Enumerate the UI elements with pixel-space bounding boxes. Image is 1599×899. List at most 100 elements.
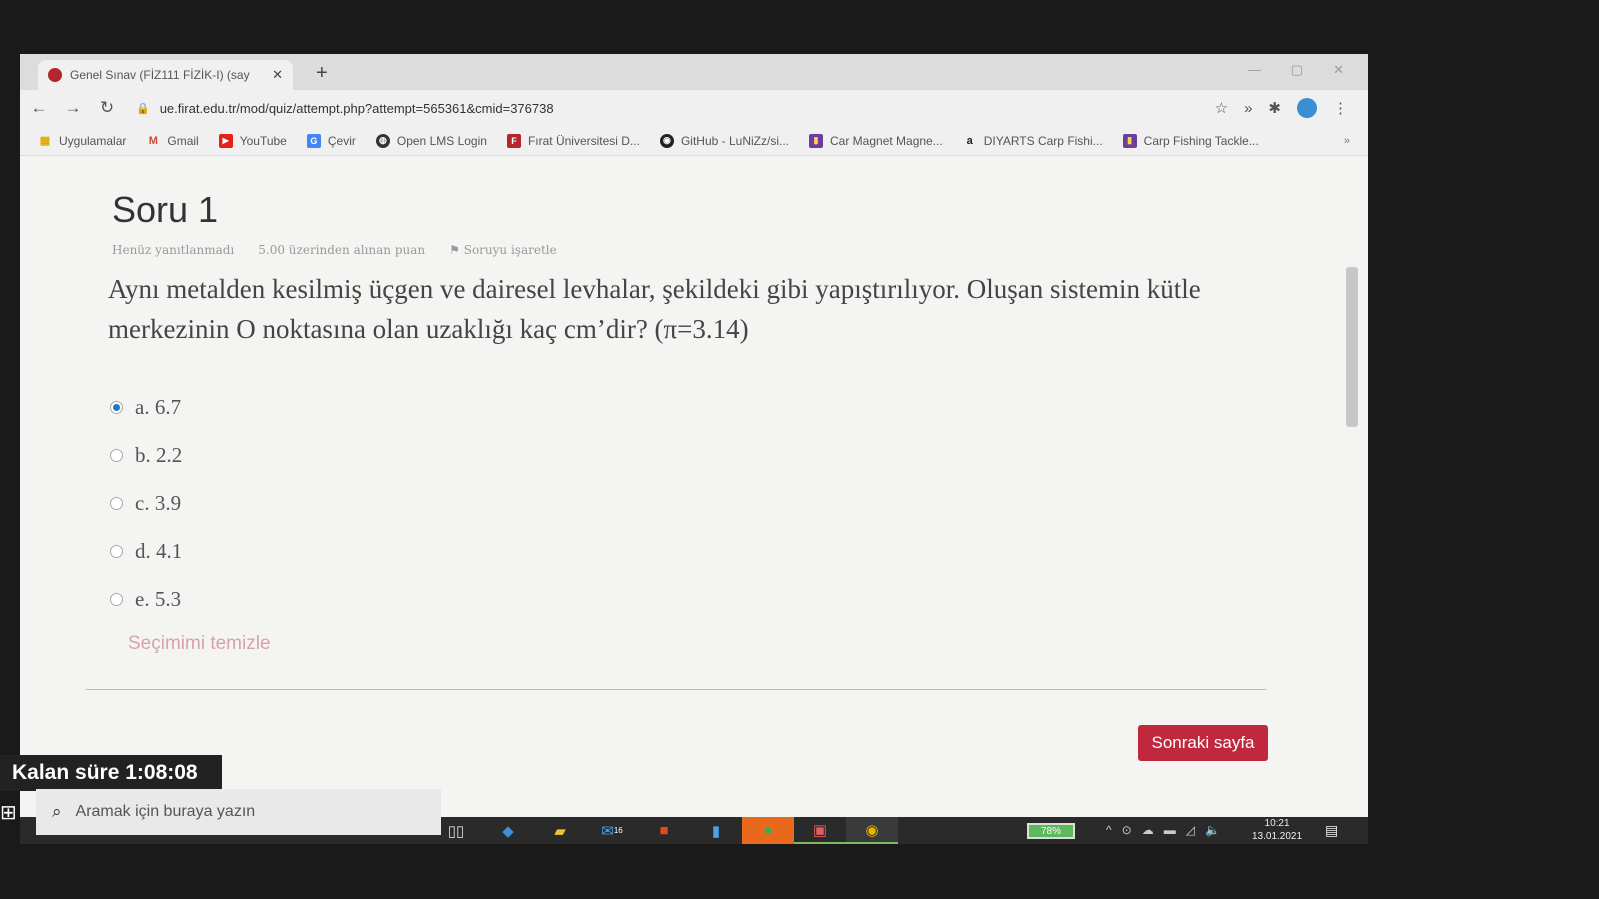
bookmark-star-icon[interactable]: ☆ [1215, 99, 1228, 117]
battery-indicator: 78% [1027, 823, 1075, 839]
cloud-icon[interactable]: ☁ [1142, 823, 1154, 837]
search-placeholder: Aramak için buraya yazın [75, 803, 256, 820]
profile-avatar[interactable] [1297, 98, 1317, 118]
system-tray: ^ ⊙ ☁ ▬ ◿ 🔈 [1106, 823, 1220, 837]
bookmark-label: Uygulamalar [59, 133, 127, 148]
app-icon[interactable]: ▮ [690, 817, 742, 844]
spotify-icon[interactable]: ● [742, 817, 794, 844]
site-favicon-icon [48, 68, 62, 82]
notification-icon[interactable]: ▤ [1325, 822, 1338, 839]
answer-option-e[interactable]: e. 5.3 [110, 575, 182, 623]
office-icon[interactable]: ■ [638, 817, 690, 844]
close-window-icon[interactable]: ✕ [1333, 62, 1344, 78]
file-explorer-icon[interactable]: ▰ [534, 817, 586, 844]
back-icon[interactable]: ← [24, 98, 54, 118]
bookmark-item[interactable]: ◍ Open LMS Login [375, 133, 487, 148]
app-icon[interactable]: ▣ [794, 817, 846, 844]
mail-icon[interactable]: ✉ 16 [586, 817, 638, 844]
address-bar[interactable]: 🔒 ue.firat.edu.tr/mod/quiz/attempt.php?a… [136, 95, 1215, 121]
taskbar-icons: ▯▯ ◆ ▰ ✉ 16 ■ ▮ ● ▣ ◉ [430, 817, 898, 844]
bookmark-item[interactable]: ▮ Car Magnet Magne... [809, 133, 943, 148]
search-icon: ⌕ [52, 802, 62, 821]
bookmark-item[interactable]: a DIYARTS Carp Fishi... [963, 134, 1103, 148]
new-tab-button[interactable]: + [316, 62, 328, 85]
screen: Genel Sınav (FİZ111 FİZİK-I) (say ✕ + — … [20, 54, 1368, 844]
more-extensions-icon[interactable]: » [1244, 100, 1252, 117]
quiz-page: Soru 1 Henüz yanıtlanmadı 5.00 üzerinden… [20, 157, 1368, 817]
bookmark-item[interactable]: ▦ Uygulamalar [38, 133, 127, 148]
clock-time: 10:21 [1264, 818, 1290, 829]
clear-choice-link[interactable]: Seçimimi temizle [128, 633, 271, 655]
github-icon: ◉ [659, 133, 674, 148]
question-title: Soru 1 [112, 189, 219, 230]
answer-option-b[interactable]: b. 2.2 [110, 431, 182, 479]
youtube-icon: ▶ [218, 133, 233, 148]
bookmark-label: YouTube [239, 133, 287, 148]
tab-strip: Genel Sınav (FİZ111 FİZİK-I) (say ✕ + — … [20, 54, 1368, 90]
bookmark-label: Gmail [167, 133, 199, 148]
answer-option-a[interactable]: a. 6.7 [110, 383, 182, 431]
taskbar-search[interactable]: ⌕ Aramak için buraya yazın [36, 789, 441, 835]
chrome-icon[interactable]: ◉ [846, 817, 898, 844]
radio-button[interactable] [110, 496, 123, 510]
windows-start-icon[interactable]: ⊞ [0, 800, 20, 826]
bookmark-item[interactable]: M Gmail [146, 133, 199, 148]
close-tab-icon[interactable]: ✕ [272, 67, 283, 83]
bookmark-label: DIYARTS Carp Fishi... [983, 133, 1103, 148]
bookmark-label: Carp Fishing Tackle... [1143, 133, 1259, 148]
translate-icon: G [306, 133, 321, 148]
chevron-up-icon[interactable]: ^ [1106, 823, 1112, 837]
reload-icon[interactable]: ↻ [92, 98, 122, 118]
scrollbar[interactable] [1346, 267, 1358, 427]
extensions-puzzle-icon[interactable]: ✱ [1268, 99, 1281, 117]
flag-question-link[interactable]: ⚑ Soruyu işaretle [449, 243, 557, 257]
question-status: Henüz yanıtlanmadı [112, 243, 235, 257]
toolbar-actions: ☆ » ✱ ⋮ [1215, 98, 1348, 118]
menu-kebab-icon[interactable]: ⋮ [1333, 99, 1348, 117]
firat-logo-icon: F [506, 133, 521, 148]
bookmark-item[interactable]: G Çevir [306, 133, 356, 148]
wifi-icon[interactable]: ◿ [1186, 823, 1195, 837]
bookmark-item[interactable]: F Fırat Üniversitesi D... [506, 133, 640, 148]
answer-label: c. 3.9 [135, 490, 182, 515]
radio-button[interactable] [110, 544, 123, 558]
divider [86, 689, 1266, 690]
answer-option-c[interactable]: c. 3.9 [110, 479, 182, 527]
tray-app-icon[interactable]: ⊙ [1122, 823, 1132, 837]
tab-title: Genel Sınav (FİZ111 FİZİK-I) (say [70, 68, 250, 82]
browser-toolbar: ← → ↻ 🔒 ue.firat.edu.tr/mod/quiz/attempt… [20, 90, 1368, 126]
answer-option-d[interactable]: d. 4.1 [110, 527, 182, 575]
browser-tab[interactable]: Genel Sınav (FİZ111 FİZİK-I) (say ✕ [38, 60, 293, 90]
bookmarks-overflow-icon[interactable]: » [1344, 135, 1350, 147]
apps-grid-icon: ▦ [39, 135, 51, 147]
volume-icon[interactable]: 🔈 [1205, 823, 1220, 837]
gift-icon: ▮ [1122, 133, 1137, 148]
app-icon[interactable]: ◆ [482, 817, 534, 844]
bookmark-label: Open LMS Login [396, 133, 487, 148]
answer-label: e. 5.3 [135, 586, 182, 611]
radio-button[interactable] [110, 400, 123, 414]
flag-question-label: Soruyu işaretle [463, 243, 557, 257]
clock[interactable]: 10:21 13.01.2021 [1252, 817, 1302, 843]
answer-label: b. 2.2 [135, 442, 183, 467]
answer-options: a. 6.7 b. 2.2 c. 3.9 d. 4.1 e. 5.3 [110, 383, 182, 623]
bookmark-label: Car Magnet Magne... [830, 133, 943, 148]
flag-icon: ⚑ [449, 243, 464, 257]
remaining-time: Kalan süre 1:08:08 [0, 755, 222, 791]
maximize-icon[interactable]: ▢ [1291, 62, 1303, 78]
battery-icon[interactable]: ▬ [1164, 823, 1176, 837]
radio-button[interactable] [110, 448, 123, 462]
minimize-icon[interactable]: — [1248, 62, 1261, 78]
clock-date: 13.01.2021 [1252, 831, 1303, 842]
mail-badge: 16 [613, 826, 623, 835]
globe-icon: ◍ [375, 133, 390, 148]
next-page-button[interactable]: Sonraki sayfa [1138, 725, 1268, 761]
bookmark-item[interactable]: ◉ GitHub - LuNiZz/si... [659, 133, 789, 148]
forward-icon[interactable]: → [58, 98, 88, 118]
radio-button[interactable] [110, 592, 123, 606]
amazon-icon: a [966, 134, 973, 147]
bookmark-item[interactable]: ▮ Carp Fishing Tackle... [1122, 133, 1259, 148]
bookmark-item[interactable]: ▶ YouTube [218, 133, 287, 148]
window-controls: — ▢ ✕ [1248, 62, 1344, 78]
lock-icon: 🔒 [136, 102, 150, 115]
